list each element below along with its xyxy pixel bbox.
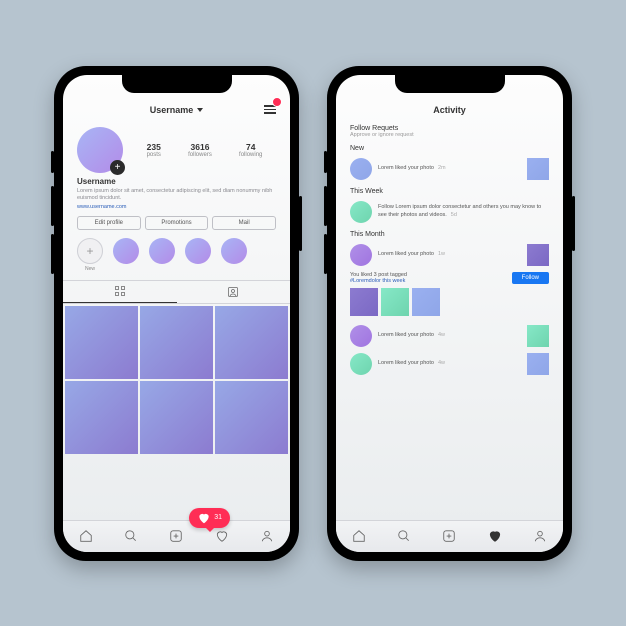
post-tile[interactable]	[140, 381, 213, 454]
activity-row[interactable]: Follow Lorem ipsum dolor consectetur and…	[336, 198, 563, 226]
post-tile[interactable]	[65, 306, 138, 379]
activity-row[interactable]: Lorem liked your photo4w	[336, 350, 563, 378]
add-icon[interactable]	[442, 529, 456, 543]
menu-icon[interactable]	[264, 105, 276, 114]
bottom-nav	[336, 520, 563, 552]
post-thumb[interactable]	[527, 244, 549, 266]
avatar	[350, 244, 372, 266]
tab-tagged[interactable]	[177, 281, 291, 303]
highlight-new[interactable]: + New	[77, 238, 103, 272]
post-thumb[interactable]	[527, 325, 549, 347]
post-tile[interactable]	[65, 381, 138, 454]
like-popup: 31	[189, 508, 230, 528]
add-story-icon[interactable]: +	[110, 160, 125, 175]
bottom-nav: 31	[63, 520, 290, 552]
add-icon[interactable]	[169, 529, 183, 543]
tagged-block: You liked 3 post tagged #Loremdolor this…	[336, 269, 563, 322]
heart-icon[interactable]	[215, 529, 229, 543]
post-thumb[interactable]	[527, 158, 549, 180]
post-thumb[interactable]	[412, 288, 440, 316]
post-thumb[interactable]	[381, 288, 409, 316]
post-tile[interactable]	[215, 381, 288, 454]
grid-icon	[114, 285, 126, 297]
heart-icon[interactable]	[488, 529, 502, 543]
post-tile[interactable]	[215, 306, 288, 379]
post-thumb[interactable]	[527, 353, 549, 375]
section-month: This Month	[336, 226, 563, 241]
search-icon[interactable]	[397, 529, 411, 543]
heart-icon	[197, 511, 211, 525]
activity-row[interactable]: Lorem liked your photo2m	[336, 155, 563, 183]
profile-header: Username 3	[63, 99, 290, 121]
avatar	[350, 158, 372, 180]
highlight-item[interactable]	[149, 238, 175, 272]
tab-grid[interactable]	[63, 281, 177, 303]
follow-button[interactable]: Follow	[512, 272, 549, 284]
post-thumb[interactable]	[350, 288, 378, 316]
activity-title: Activity	[433, 105, 466, 115]
avatar	[350, 325, 372, 347]
edit-profile-button[interactable]: Edit profile	[77, 216, 141, 230]
bio-link[interactable]: www.username.com	[77, 204, 276, 210]
promotions-button[interactable]: Promotions	[145, 216, 209, 230]
search-icon[interactable]	[124, 529, 138, 543]
activity-header: Activity	[336, 99, 563, 121]
post-grid	[63, 304, 290, 454]
phone-profile: Username 3 + 235 posts 3616 followers	[54, 66, 299, 561]
person-square-icon	[227, 286, 239, 298]
mail-button[interactable]: Mail	[212, 216, 276, 230]
home-icon[interactable]	[352, 529, 366, 543]
highlight-item[interactable]	[221, 238, 247, 272]
stat-followers[interactable]: 3616 followers	[188, 142, 212, 158]
bio-username: Username	[77, 177, 276, 186]
avatar	[350, 201, 372, 223]
notification-badge[interactable]: 3	[272, 97, 282, 107]
profile-icon[interactable]	[260, 529, 274, 543]
section-week: This Week	[336, 183, 563, 198]
section-new: New	[336, 140, 563, 155]
bio-description: Lorem ipsum dolor sit amet, consectetur …	[77, 188, 276, 202]
highlight-item[interactable]	[113, 238, 139, 272]
chevron-down-icon[interactable]	[197, 108, 203, 112]
highlight-item[interactable]	[185, 238, 211, 272]
follow-requests[interactable]: Follow Requets Approve or ignore request	[336, 121, 563, 140]
stat-posts[interactable]: 235 posts	[147, 142, 161, 158]
stat-following[interactable]: 74 following	[239, 142, 262, 158]
activity-row[interactable]: Lorem liked your photo4w	[336, 322, 563, 350]
profile-title[interactable]: Username	[150, 105, 194, 115]
post-tile[interactable]	[140, 306, 213, 379]
phone-activity: Activity Follow Requets Approve or ignor…	[327, 66, 572, 561]
home-icon[interactable]	[79, 529, 93, 543]
profile-stats: 235 posts 3616 followers 74 following	[133, 127, 276, 173]
avatar	[350, 353, 372, 375]
profile-avatar[interactable]: +	[77, 127, 123, 173]
activity-row[interactable]: Lorem liked your photo1w	[336, 241, 563, 269]
profile-icon[interactable]	[533, 529, 547, 543]
